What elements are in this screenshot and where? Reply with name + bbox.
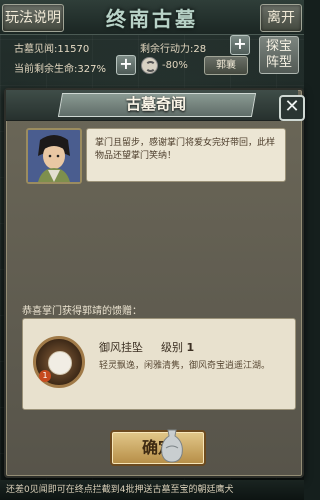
treasure-formation-button[interactable]: 探宝 阵型 xyxy=(259,36,299,74)
hp-stat: 当前剩余生命:327% xyxy=(14,60,106,75)
close-button[interactable]: ✕ xyxy=(279,95,305,121)
dialog-title: 古墓奇闻 xyxy=(125,95,186,113)
insight-label: 古墓见闻: xyxy=(14,44,58,55)
treasure-line-1: 探宝 xyxy=(265,39,292,54)
dialog-header: 古墓奇闻 ✕ xyxy=(6,90,305,121)
top-bar: 玩法说明 终南古墓 离开 xyxy=(0,0,304,35)
action-value: 28 xyxy=(193,44,207,55)
hp-label: 当前剩余生命: xyxy=(14,64,78,75)
debuff-value: -80% xyxy=(162,60,188,71)
pendant-gem-icon xyxy=(48,351,72,375)
add-action-button[interactable]: + xyxy=(230,35,250,55)
footer-bar: 还差0见闻即可在终点拦截到4批押送古墓至宝的朝廷鹰犬 xyxy=(0,480,304,500)
treasure-line-2: 阵型 xyxy=(265,55,292,70)
guo-jing-avatar xyxy=(26,128,82,184)
insight-stat: 古墓见闻:11570 xyxy=(14,40,89,55)
rules-button[interactable]: 玩法说明 xyxy=(2,4,64,32)
item-level-value: 1 xyxy=(186,341,195,354)
message-text: 掌门且留步，感谢掌门将爱女完好带回，此样物品还望掌门笑纳！ xyxy=(95,138,276,161)
message-box: 掌门且留步，感谢掌门将爱女完好带回，此样物品还望掌门笑纳！ xyxy=(86,128,286,182)
swirl-icon xyxy=(141,57,158,74)
item-name: 御风挂坠 xyxy=(99,341,143,354)
portrait-icon xyxy=(28,130,80,182)
event-dialog: 古墓奇闻 ✕ 掌门且留步，感谢掌门将爱女完好带回，此样物品还望掌门笑纳！ 恭喜掌… xyxy=(4,88,305,478)
hp-value: 327% xyxy=(77,64,106,75)
item-count-badge: 1 xyxy=(39,370,51,382)
action-label: 剩余行动力: xyxy=(140,44,194,55)
item-level: 级别 1 xyxy=(161,339,194,355)
vase-icon xyxy=(161,429,183,463)
footer-text: 还差0见闻即可在终点拦截到4批押送古墓至宝的朝廷鹰犬 xyxy=(6,485,234,495)
item-level-label: 级别 xyxy=(161,341,183,354)
reward-label: 恭喜掌门获得郭靖的馈赠： xyxy=(22,306,142,317)
guo-xiang-button[interactable]: 郭襄 xyxy=(204,56,248,75)
leave-button[interactable]: 离开 xyxy=(260,4,302,32)
page-title: 终南古墓 xyxy=(106,7,198,31)
add-hp-button[interactable]: + xyxy=(116,55,136,75)
insight-value: 11570 xyxy=(57,44,90,55)
action-stat: 剩余行动力:28 xyxy=(140,40,206,55)
reward-item-card: 1 御风挂坠 级别 1 轻灵飘逸，闲雅清隽，御风奇宝逍遥江湖。 xyxy=(22,318,296,410)
item-description: 轻灵飘逸，闲雅清隽，御风奇宝逍遥江湖。 xyxy=(99,361,271,371)
